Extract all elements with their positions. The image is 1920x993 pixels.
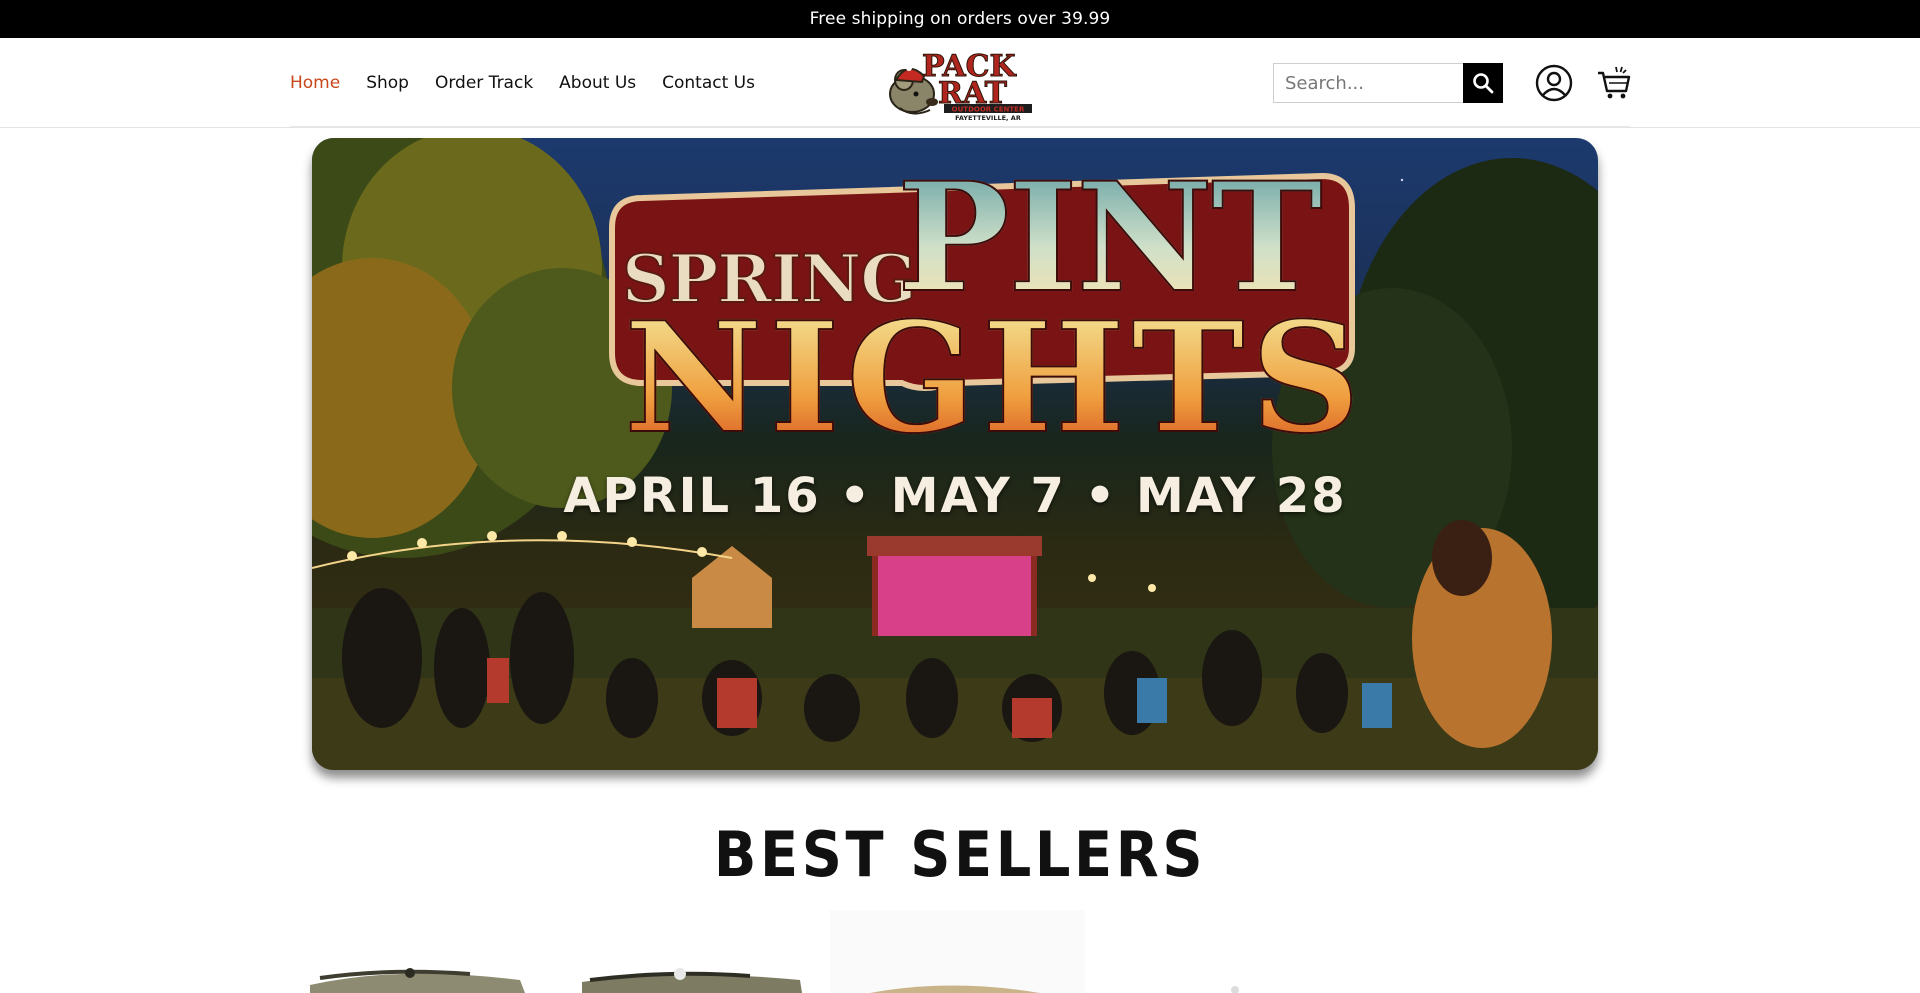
product-card[interactable] [582, 968, 802, 993]
announcement-bar: Free shipping on orders over 39.99 [0, 0, 1920, 38]
search-input[interactable] [1274, 64, 1464, 102]
search-button[interactable] [1463, 63, 1503, 103]
main-nav: Home Shop Order Track About Us Contact U… [290, 38, 755, 127]
logo-location: FAYETTEVILLE, AR [955, 114, 1021, 122]
product-card[interactable] [310, 968, 525, 993]
best-sellers-heading: BEST SELLERS [713, 818, 1207, 891]
product-card[interactable] [1231, 986, 1239, 993]
nav-item-home[interactable]: Home [290, 73, 340, 93]
site-header: Home Shop Order Track About Us Contact U… [0, 38, 1920, 127]
hero-background-image [312, 138, 1598, 770]
user-circle-icon[interactable] [1535, 64, 1573, 102]
logo-subtitle: OUTDOOR CENTER [952, 106, 1025, 114]
product-card[interactable] [830, 910, 1085, 993]
search-box [1273, 63, 1503, 103]
search-icon [1473, 73, 1494, 94]
shopping-cart-icon[interactable] [1596, 64, 1632, 100]
nav-item-shop[interactable]: Shop [366, 73, 409, 93]
site-logo[interactable]: PACK RAT OUTDOOR CENTER FAYETTEVILLE, AR [882, 46, 1038, 122]
nav-item-contact-us[interactable]: Contact Us [662, 73, 755, 93]
header-divider [290, 126, 1630, 128]
hero-banner[interactable]: SPRING PINT NIGHTS APRIL 16 • MAY 7 • MA… [312, 138, 1598, 770]
best-sellers-product-row [310, 910, 1239, 993]
nav-item-about-us[interactable]: About Us [559, 73, 636, 93]
nav-item-order-track[interactable]: Order Track [435, 73, 533, 93]
announcement-text: Free shipping on orders over 39.99 [809, 9, 1111, 29]
